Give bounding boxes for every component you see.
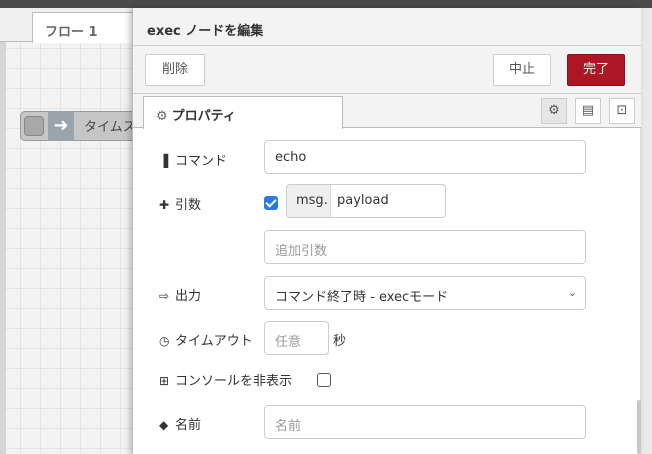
- delete-button[interactable]: 削除: [145, 54, 205, 86]
- timeout-label-text: タイムアウト: [175, 334, 253, 349]
- clock-icon: ◷: [159, 334, 170, 348]
- hide-console-label-text: コンソールを非表示: [175, 374, 293, 389]
- timeout-input[interactable]: 任意: [264, 321, 329, 355]
- hide-console-checkbox[interactable]: [317, 373, 331, 387]
- settings-tab-gear-icon[interactable]: ⚙: [541, 98, 567, 124]
- tab-properties-label: プロパティ: [171, 109, 236, 124]
- cancel-button[interactable]: 中止: [493, 54, 551, 86]
- timeout-label: ◷ タイムアウト: [159, 330, 253, 349]
- plus-icon: ✚: [159, 198, 170, 212]
- file-icon: ▐: [159, 154, 169, 168]
- type-selector[interactable]: msg.: [287, 185, 331, 217]
- tray-title: exec ノードを編集: [133, 8, 641, 46]
- node-button[interactable]: [24, 116, 44, 136]
- output-label: ⇨ 出力: [159, 285, 201, 304]
- name-label: ◆ 名前: [159, 414, 201, 433]
- command-label-text: コマンド: [175, 154, 228, 169]
- palette-edge: [0, 42, 6, 454]
- output-selected-value: コマンド終了時 - execモード: [275, 290, 449, 305]
- appearance-tab-frame-icon[interactable]: ⊡: [609, 98, 635, 124]
- tray-tabbar: ⚙ プロパティ ⚙ ▤ ⊡: [133, 94, 641, 129]
- arrow-right-icon: ➜: [48, 111, 74, 141]
- name-label-text: 名前: [175, 418, 202, 433]
- tray-scrollbar[interactable]: [637, 400, 641, 454]
- properties-form: ▐ コマンド echo ✚ 引数 msg. payload 追加引数 ⇨ 出力 コマン…: [133, 128, 641, 454]
- timeout-unit: 秒: [333, 334, 347, 349]
- command-label: ▐ コマンド: [159, 150, 227, 169]
- extra-args-input[interactable]: 追加引数: [264, 230, 586, 264]
- append-label-text: 引数: [175, 198, 202, 213]
- append-label: ✚ 引数: [159, 194, 201, 213]
- tag-icon: ◆: [159, 418, 169, 432]
- output-select[interactable]: コマンド終了時 - execモード ⌄: [264, 276, 586, 310]
- sign-out-icon: ⇨: [159, 289, 170, 303]
- done-button[interactable]: 完了: [567, 54, 625, 86]
- hide-console-label: ⊞ コンソールを非表示: [159, 370, 292, 389]
- sidebar-edge: [640, 8, 652, 454]
- description-tab-document-icon[interactable]: ▤: [575, 98, 601, 124]
- gear-icon: ⚙: [156, 109, 168, 124]
- flow-tab-label: フロー 1: [45, 25, 98, 40]
- append-value: payload: [337, 193, 389, 208]
- chevron-down-icon: ⌄: [567, 286, 577, 299]
- command-input[interactable]: echo: [264, 140, 586, 174]
- append-typed-input[interactable]: msg. payload: [286, 184, 446, 218]
- name-input[interactable]: 名前: [264, 405, 586, 439]
- tray-toolbar: 削除 中止 完了: [133, 46, 641, 94]
- append-checkbox[interactable]: [264, 196, 278, 210]
- edit-tray: exec ノードを編集 削除 中止 完了 ⚙ プロパティ ⚙ ▤ ⊡ ▐ コマンド …: [132, 8, 641, 454]
- tab-properties[interactable]: ⚙ プロパティ: [143, 96, 343, 129]
- windows-icon: ⊞: [159, 374, 170, 388]
- flow-tab[interactable]: フロー 1: [32, 12, 134, 43]
- top-bar: [0, 0, 652, 8]
- node-label: タイムス: [84, 120, 136, 135]
- output-label-text: 出力: [175, 289, 202, 304]
